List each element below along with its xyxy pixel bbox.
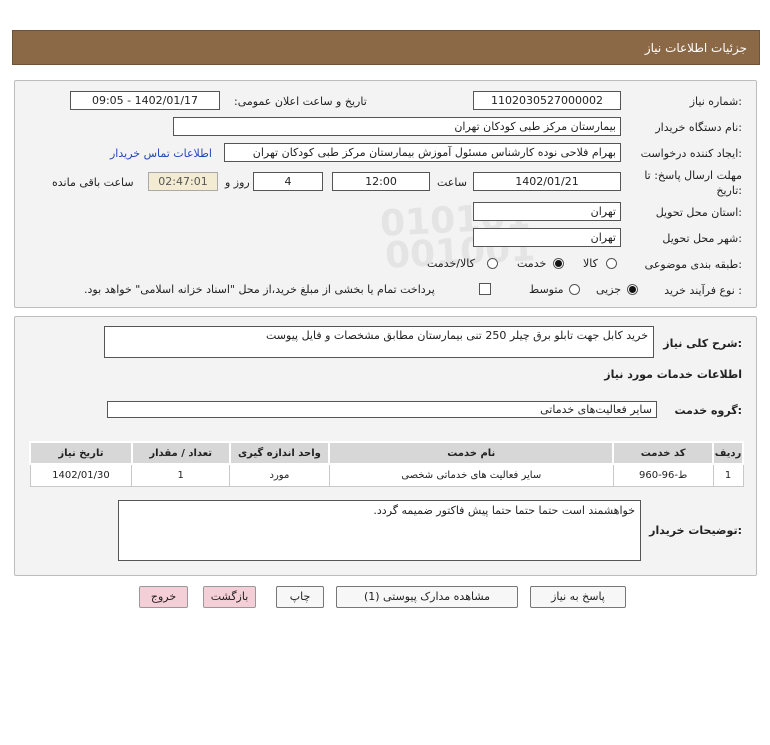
treasury-payment-checkbox[interactable] <box>479 283 491 295</box>
exit-button[interactable]: خروج <box>139 586 188 608</box>
col-header-row: ردیف <box>712 441 744 465</box>
service-group-label: گروه خدمت: <box>674 404 742 417</box>
page-header: جزئیات اطلاعات نیاز <box>12 30 760 65</box>
page-title: جزئیات اطلاعات نیاز <box>644 41 747 55</box>
category-radio-goods[interactable] <box>606 258 617 272</box>
service-group-field: سایر فعالیت‌های خدماتی <box>107 401 657 418</box>
treasury-payment-note: پرداخت تمام یا بخشی از مبلغ خرید،از محل … <box>84 283 435 296</box>
deadline-time-field: 12:00 <box>332 172 430 191</box>
process-option-medium-label: متوسط <box>529 283 564 296</box>
col-header-need-date: تاریخ نیاز <box>29 441 133 465</box>
col-header-service-code: کد خدمت <box>612 441 715 465</box>
services-table: ردیف کد خدمت نام خدمت واحد اندازه گیری ت… <box>29 441 744 487</box>
print-button[interactable]: چاپ <box>276 586 324 608</box>
cell-row-number: 1 <box>712 463 744 487</box>
cell-service-code: ط-96-960 <box>612 463 714 487</box>
announce-datetime-field: 1402/01/17 - 09:05 <box>70 91 220 110</box>
reply-to-need-button[interactable]: پاسخ به نیاز <box>530 586 626 608</box>
days-remaining-field: 4 <box>253 172 323 191</box>
delivery-city-label: شهر محل تحویل: <box>662 232 742 245</box>
cell-need-date: 1402/01/30 <box>29 463 133 487</box>
deadline-date-field: 1402/01/21 <box>473 172 621 191</box>
buyer-org-field: بیمارستان مرکز طبی کودکان تهران <box>173 117 621 136</box>
need-summary-field: خرید کابل جهت تابلو برق چیلر 250 تنی بیم… <box>104 326 654 358</box>
services-heading: اطلاعات خدمات مورد نیاز <box>604 368 742 381</box>
need-number-label: شماره نیاز: <box>689 95 742 108</box>
category-label: طبقه بندی موضوعی: <box>644 258 742 271</box>
view-attachments-button[interactable]: مشاهده مدارک پیوستی (1) <box>336 586 518 608</box>
category-option-goods-service-label: کالا/خدمت <box>427 257 475 270</box>
delivery-province-label: استان محل تحویل: <box>655 206 742 219</box>
buyer-org-label: نام دستگاه خریدار: <box>655 121 742 134</box>
delivery-province-field: تهران <box>473 202 621 221</box>
col-header-unit: واحد اندازه گیری <box>228 441 331 465</box>
deadline-time-label: ساعت <box>437 176 467 189</box>
cell-service-name: سایر فعالیت های خدماتی شخصی <box>328 463 614 487</box>
cell-quantity: 1 <box>131 463 231 487</box>
services-table-header: ردیف کد خدمت نام خدمت واحد اندازه گیری ت… <box>29 441 744 465</box>
deadline-label: مهلت ارسال پاسخ: تا تاریخ: <box>644 169 742 197</box>
cell-unit: مورد <box>229 463 330 487</box>
delivery-city-field: تهران <box>473 228 621 247</box>
table-row: 1 ط-96-960 سایر فعالیت های خدماتی شخصی م… <box>29 463 744 487</box>
buyer-contact-link[interactable]: اطلاعات تماس خریدار <box>110 147 212 160</box>
col-header-quantity: تعداد / مقدار <box>130 441 231 465</box>
remaining-time-label: ساعت باقی مانده <box>52 176 134 189</box>
remaining-time-field: 02:47:01 <box>148 172 218 191</box>
category-radio-goods-service[interactable] <box>487 258 498 272</box>
col-header-service-name: نام خدمت <box>328 441 615 465</box>
purchase-process-label: نوع فرآیند خرید : <box>664 284 742 297</box>
category-option-service-label: خدمت <box>517 257 547 270</box>
buyer-notes-field: خواهشمند است حتما حتما حتما پیش فاکتور ض… <box>118 500 641 561</box>
request-creator-field: بهرام فلاحی نوده کارشناس مسئول آموزش بیم… <box>224 143 621 162</box>
buyer-notes-label: توضیحات خریدار: <box>649 524 742 537</box>
announce-datetime-label: تاریخ و ساعت اعلان عمومی: <box>234 95 367 108</box>
services-table-wrap: ردیف کد خدمت نام خدمت واحد اندازه گیری ت… <box>29 441 744 487</box>
category-radio-service[interactable] <box>553 258 564 272</box>
process-radio-minor[interactable] <box>627 284 638 298</box>
request-creator-label: ایجاد کننده درخواست: <box>640 147 742 160</box>
days-label: روز و <box>225 176 250 189</box>
back-button[interactable]: بازگشت <box>203 586 256 608</box>
process-radio-medium[interactable] <box>569 284 580 298</box>
process-option-minor-label: جزیی <box>596 283 622 296</box>
need-summary-label: شرح کلی نیاز: <box>663 337 742 350</box>
need-number-field: 1102030527000002 <box>473 91 621 110</box>
category-option-goods-label: کالا <box>583 257 598 270</box>
